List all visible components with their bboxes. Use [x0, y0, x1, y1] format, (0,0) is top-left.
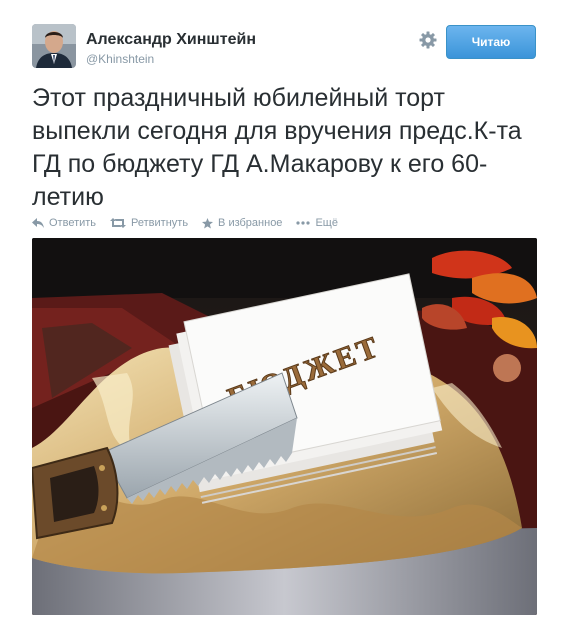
favorite-label: В избранное [218, 217, 283, 229]
reply-action[interactable]: Ответить [32, 217, 96, 229]
settings-gear-icon[interactable] [418, 30, 438, 50]
retweet-icon [110, 218, 127, 228]
reply-label: Ответить [49, 217, 97, 229]
author-name[interactable]: Александр Хинштейн [86, 31, 256, 49]
favorite-action[interactable]: В избранное [202, 217, 282, 229]
tweet-text: Этот праздничный юбилейный торт выпекли … [32, 84, 522, 211]
more-label: Ещё [315, 217, 338, 229]
tweet-photo[interactable]: БЮДЖЕТ [32, 238, 537, 615]
tweet-actions: Ответить Ретвитнуть В избранное Ещё [32, 214, 352, 232]
follow-button[interactable]: Читаю [446, 25, 536, 59]
more-dots-icon [296, 221, 311, 225]
retweet-action[interactable]: Ретвитнуть [110, 217, 188, 229]
author-avatar[interactable] [32, 24, 76, 68]
reply-icon [32, 218, 44, 228]
retweet-label: Ретвитнуть [131, 217, 189, 229]
author-handle[interactable]: @Khinshtein [86, 52, 154, 66]
more-action[interactable]: Ещё [296, 217, 338, 229]
favorite-star-icon [202, 217, 214, 229]
